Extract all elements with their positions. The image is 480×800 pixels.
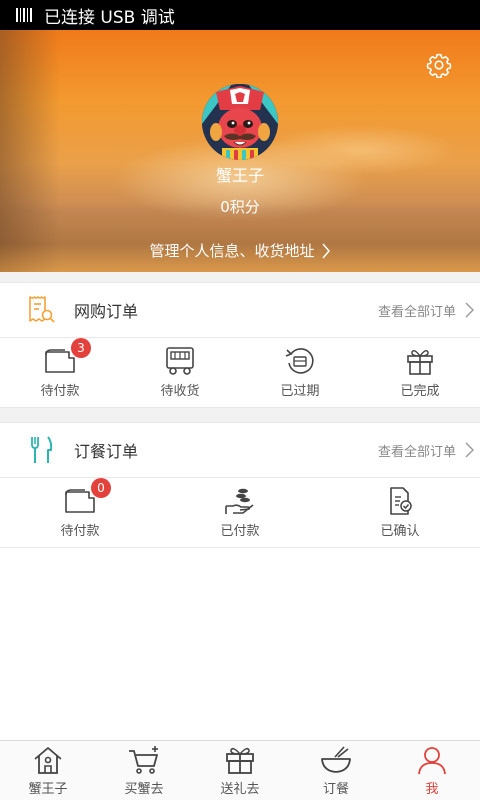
online-expired[interactable]: 已过期 [240,338,360,407]
meal-paid-label: 已付款 [220,524,260,539]
tab-buy-crab[interactable]: 买蟹去 [96,741,192,800]
tab-me[interactable]: 我 [384,741,480,800]
user-icon [415,744,449,776]
manage-profile-link[interactable]: 管理个人信息、收货地址 [0,240,480,261]
avatar[interactable] [202,84,278,160]
meal-confirmed[interactable]: 已确认 [320,478,480,547]
gift-box-icon [403,346,437,376]
tab-buy-crab-label: 买蟹去 [124,782,164,797]
online-pending-delivery[interactable]: 待收货 [120,338,240,407]
tab-home-label: 蟹王子 [28,782,68,797]
section-spacer [0,408,480,422]
tab-home[interactable]: 蟹王子 [0,741,96,800]
online-orders-title: 网购订单 [74,302,139,321]
section-spacer [0,272,480,282]
meal-orders-title: 订餐订单 [74,442,139,461]
online-orders-status-grid: 3 待付款 待收货 已过期 已完成 [0,338,480,408]
receipt-search-icon [24,293,58,327]
profile-header: 蟹王子 0积分 管理个人信息、收货地址 [0,30,480,272]
settings-gear-icon[interactable] [426,52,452,78]
chevron-right-icon [465,302,474,318]
chevron-right-icon [321,243,330,258]
meal-orders-status-grid: 0 待付款 已付款 已确认 [0,478,480,548]
meal-pending-payment-label: 待付款 [60,524,100,539]
online-pending-payment-label: 待付款 [40,384,80,399]
manage-profile-label: 管理个人信息、收货地址 [149,242,315,260]
bowl-icon [319,744,353,776]
meal-orders-header[interactable]: 订餐订单 查看全部订单 [0,422,480,478]
bottom-navigation: 蟹王子 买蟹去 送礼去 订餐 我 [0,740,480,800]
points-balance[interactable]: 0积分 [0,196,480,217]
tab-me-label: 我 [425,782,439,797]
online-completed[interactable]: 已完成 [360,338,480,407]
meal-orders-view-all[interactable]: 查看全部订单 [378,441,456,460]
crab-prince-avatar-icon [202,84,278,160]
pending-payment-badge: 3 [71,338,91,358]
fork-knife-icon [24,433,58,467]
tab-order-meal[interactable]: 订餐 [288,741,384,800]
tab-send-gift-label: 送礼去 [220,782,260,797]
wallet-icon: 0 [63,478,111,516]
home-icon [31,744,65,776]
online-orders-view-all[interactable]: 查看全部订单 [378,301,456,320]
status-bar: 已连接 USB 调试 [0,0,480,30]
online-pending-delivery-label: 待收货 [160,384,200,399]
wallet-icon: 3 [43,338,91,376]
gift-icon [223,744,257,776]
status-text: 已连接 USB 调试 [44,7,175,28]
coins-hand-icon [223,486,257,516]
username: 蟹王子 [215,166,264,185]
usb-debug-icon [16,8,32,22]
delivery-truck-icon [163,346,197,376]
cart-icon [127,744,161,776]
document-check-icon [383,486,417,516]
online-orders-header[interactable]: 网购订单 查看全部订单 [0,282,480,338]
tab-order-meal-label: 订餐 [322,782,349,797]
tab-send-gift[interactable]: 送礼去 [192,741,288,800]
online-completed-label: 已完成 [400,384,440,399]
expired-clock-icon [283,346,317,376]
meal-confirmed-label: 已确认 [380,524,420,539]
meal-paid[interactable]: 已付款 [160,478,320,547]
meal-pending-payment-badge: 0 [91,478,111,498]
online-expired-label: 已过期 [280,384,320,399]
online-pending-payment[interactable]: 3 待付款 [0,338,120,407]
meal-pending-payment[interactable]: 0 待付款 [0,478,160,547]
chevron-right-icon [465,442,474,458]
